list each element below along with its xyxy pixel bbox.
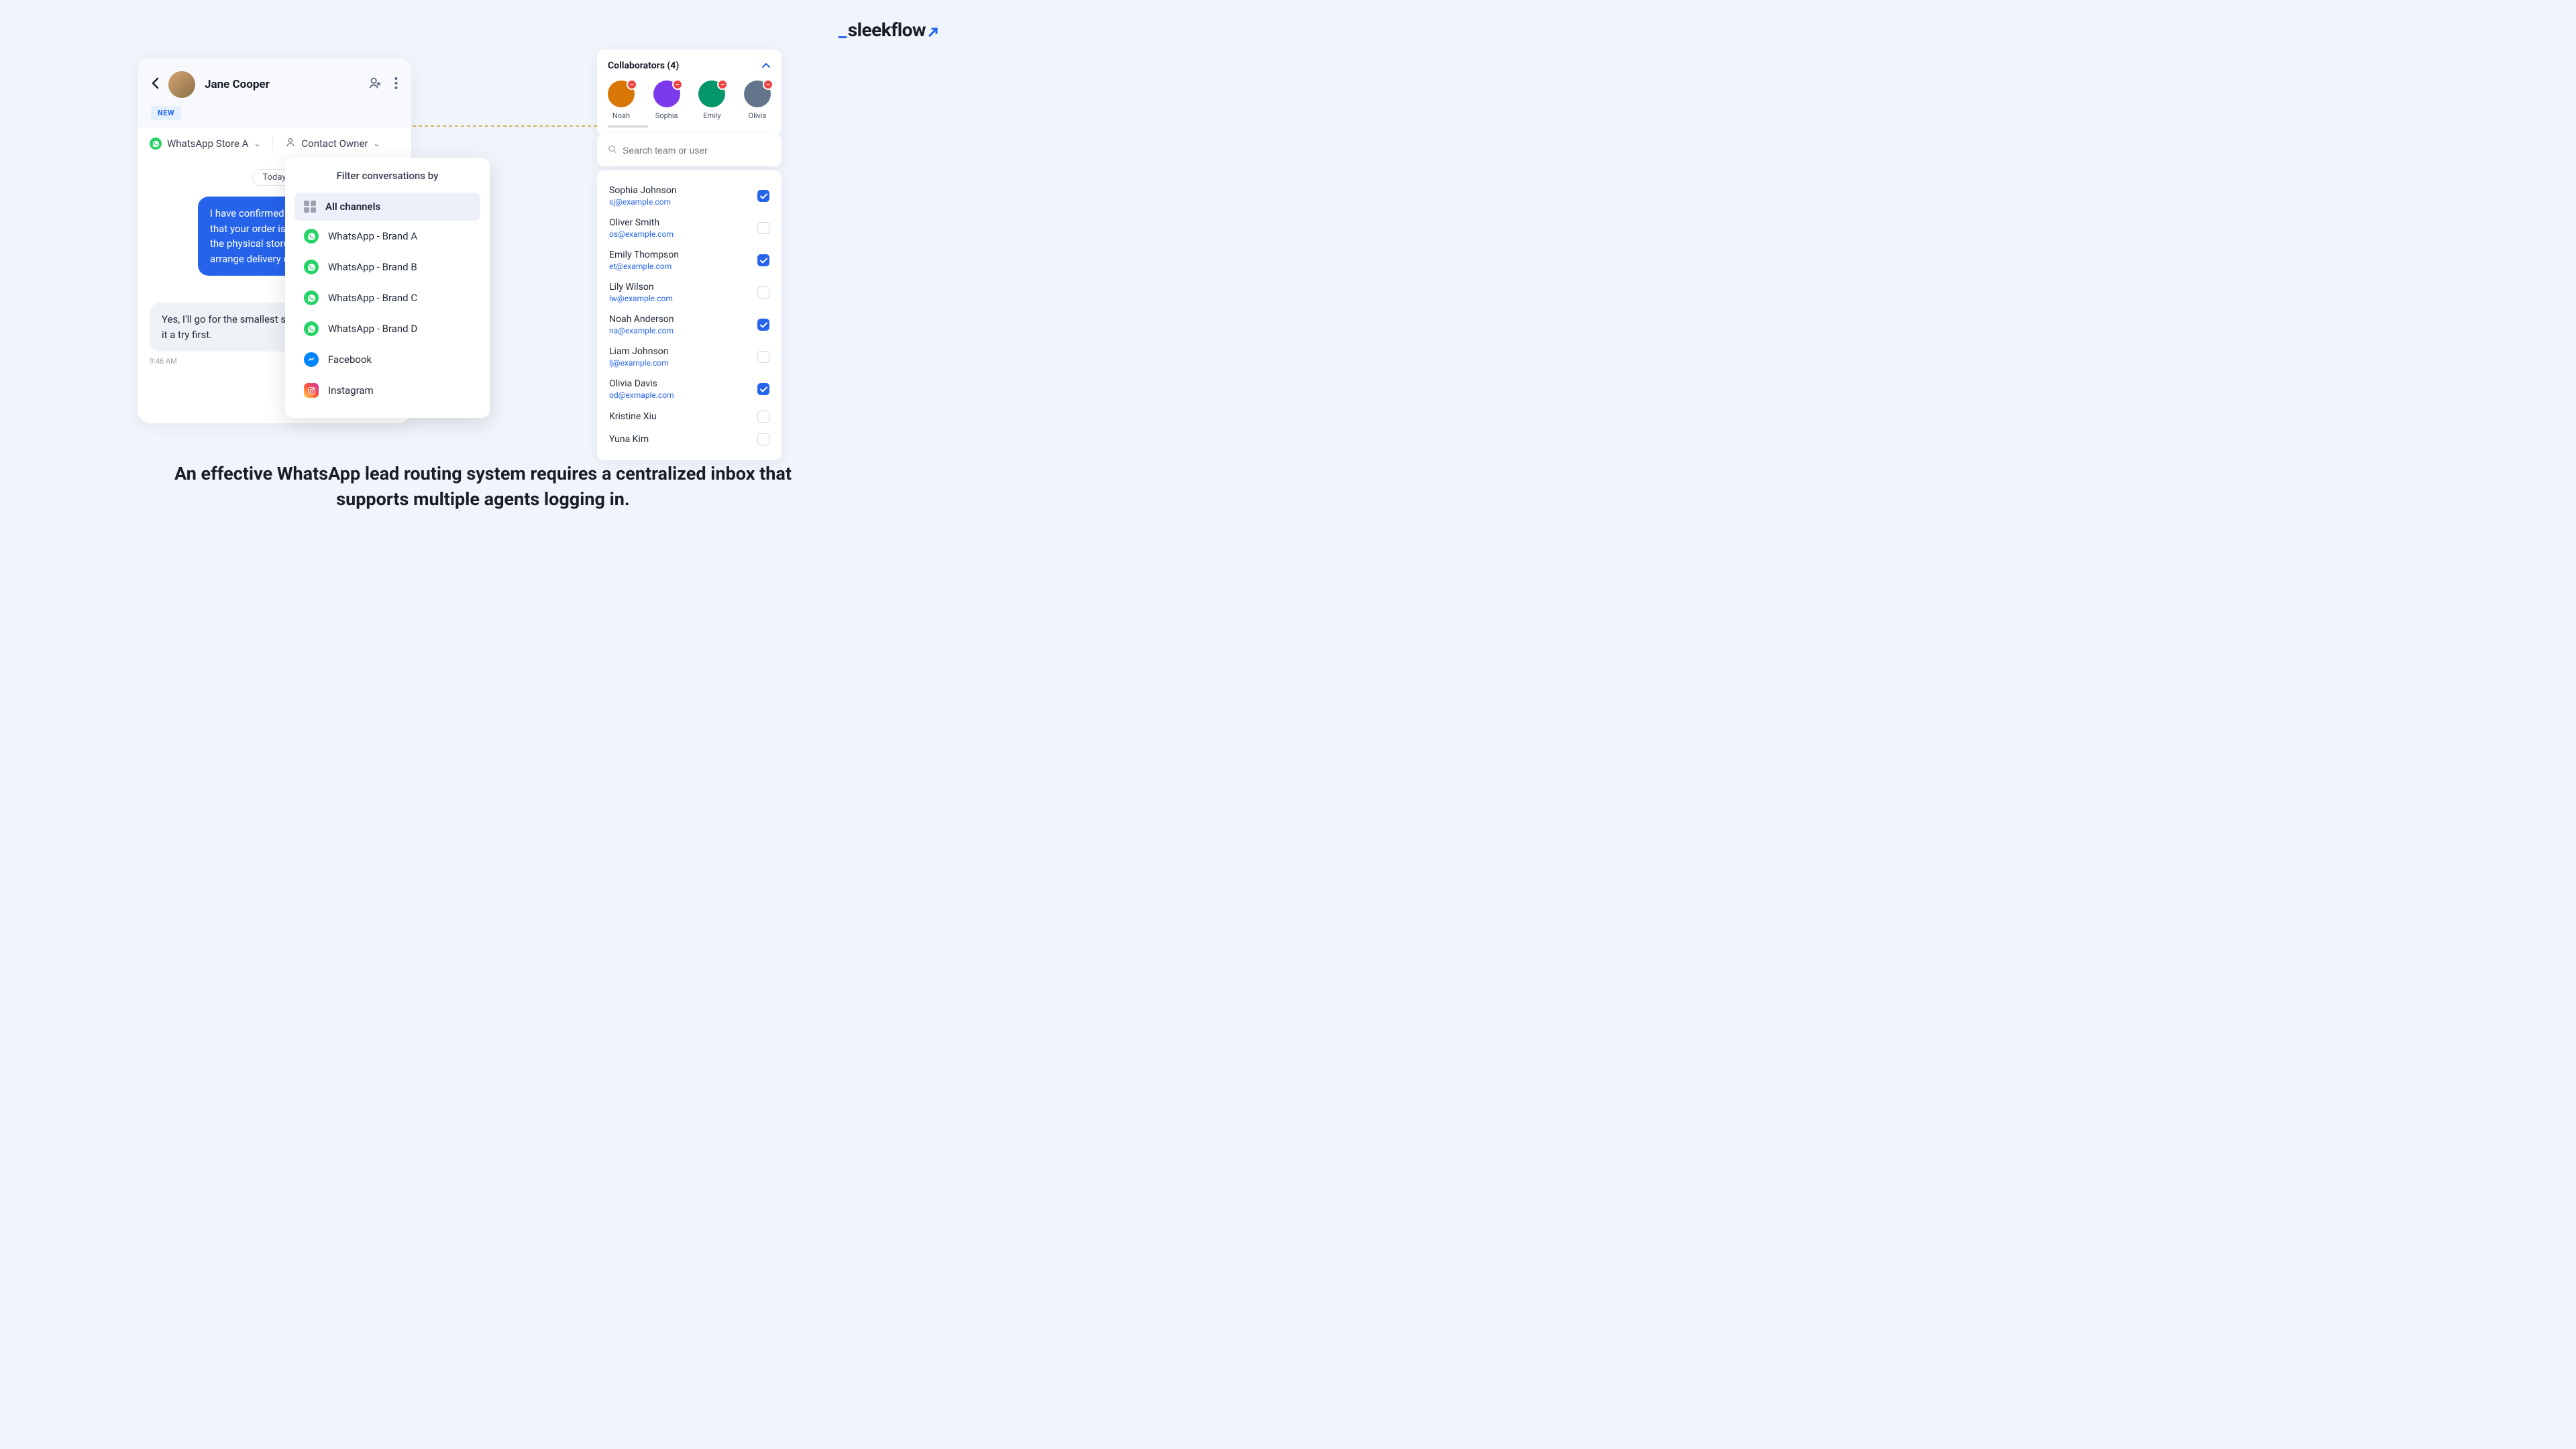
user-row[interactable]: Sophia Johnsonsj@example.com xyxy=(609,180,769,212)
logo-text: sleekflow xyxy=(848,19,926,41)
filter-dropdown: Filter conversations by All channels What… xyxy=(285,158,490,418)
user-email: os@example.com xyxy=(609,229,674,239)
checkbox-unchecked[interactable] xyxy=(757,433,769,445)
user-name: Liam Johnson xyxy=(609,346,669,357)
scroll-indicator xyxy=(608,125,648,127)
user-name: Olivia Davis xyxy=(609,378,674,389)
user-name: Lily Wilson xyxy=(609,282,673,292)
remove-icon[interactable]: − xyxy=(717,79,728,90)
logo-arrow-icon xyxy=(928,19,939,30)
whatsapp-icon xyxy=(304,290,319,305)
collapse-icon[interactable] xyxy=(761,60,771,71)
filter-item-label: WhatsApp - Brand D xyxy=(328,323,417,335)
checkbox-checked[interactable] xyxy=(757,254,769,266)
whatsapp-icon xyxy=(304,321,319,336)
contact-avatar[interactable] xyxy=(168,71,195,98)
collaborator-name: Noah xyxy=(612,111,630,120)
collaborator[interactable]: − Sophia xyxy=(653,80,680,120)
filter-item-label: All channels xyxy=(325,201,380,213)
user-email: sj@example.com xyxy=(609,197,676,207)
collaborator[interactable]: − Noah xyxy=(608,80,635,120)
filter-item-label: WhatsApp - Brand B xyxy=(328,261,417,273)
chevron-down-icon: ⌄ xyxy=(373,139,380,148)
filter-item[interactable]: All channels xyxy=(294,193,480,221)
remove-icon[interactable]: − xyxy=(672,79,683,90)
checkbox-unchecked[interactable] xyxy=(757,351,769,363)
user-name: Oliver Smith xyxy=(609,217,674,228)
collaborators-title: Collaborators (4) xyxy=(608,60,679,71)
collaborator-name: Olivia xyxy=(749,111,767,120)
collaborator[interactable]: − Emily xyxy=(698,80,725,120)
checkbox-checked[interactable] xyxy=(757,383,769,395)
search-icon xyxy=(608,144,617,157)
whatsapp-icon xyxy=(304,260,319,274)
checkbox-unchecked[interactable] xyxy=(757,222,769,234)
user-email: od@exmaple.com xyxy=(609,390,674,400)
user-row[interactable]: Oliver Smithos@example.com xyxy=(609,212,769,244)
user-row[interactable]: Emily Thompson et@example.com xyxy=(609,244,769,276)
user-row[interactable]: Lily Wilson lw@example.com xyxy=(609,276,769,309)
collaborators-panel: Collaborators (4) − Noah − Sophia − Emily − Oli… xyxy=(597,50,782,136)
remove-icon[interactable]: − xyxy=(627,79,637,90)
filter-dropdown-title: Filter conversations by xyxy=(294,170,480,182)
user-row[interactable]: Noah Andersonna@example.com xyxy=(609,309,769,341)
search-panel xyxy=(597,134,782,166)
new-badge: NEW xyxy=(151,106,181,120)
user-row[interactable]: Kristine Xiu xyxy=(609,405,769,428)
filter-item-label: WhatsApp - Brand A xyxy=(328,230,417,242)
back-button[interactable] xyxy=(151,76,159,93)
checkbox-unchecked[interactable] xyxy=(757,286,769,299)
filter-item-label: WhatsApp - Brand C xyxy=(328,292,417,304)
filter-item[interactable]: WhatsApp - Brand D xyxy=(294,313,480,344)
filter-item[interactable]: WhatsApp - Brand C xyxy=(294,282,480,313)
whatsapp-icon xyxy=(304,229,319,244)
user-list-panel: Sophia Johnsonsj@example.comOliver Smith… xyxy=(597,170,782,460)
checkbox-checked[interactable] xyxy=(757,190,769,202)
brand-logo: _ sleekflow xyxy=(839,19,939,41)
user-name: Kristine Xiu xyxy=(609,411,657,422)
contact-name: Jane Cooper xyxy=(205,78,358,91)
logo-underscore: _ xyxy=(839,19,847,41)
add-person-icon[interactable] xyxy=(368,76,382,93)
checkbox-checked[interactable] xyxy=(757,319,769,331)
user-email: na@example.com xyxy=(609,326,674,335)
facebook-icon xyxy=(304,352,319,367)
person-icon xyxy=(285,137,296,150)
collaborator-name: Sophia xyxy=(655,111,678,120)
filter-item[interactable]: WhatsApp - Brand B xyxy=(294,252,480,282)
grid-icon xyxy=(304,201,316,213)
filter-item[interactable]: Instagram xyxy=(294,375,480,406)
filter-item[interactable]: WhatsApp - Brand A xyxy=(294,221,480,252)
user-email: lw@example.com xyxy=(609,294,673,303)
filter-item-label: Instagram xyxy=(328,384,374,396)
filter-item-label: Facebook xyxy=(328,354,372,366)
remove-icon[interactable]: − xyxy=(763,79,773,90)
collaborator-name: Emily xyxy=(703,111,720,120)
user-name: Noah Anderson xyxy=(609,314,674,325)
user-email: lj@example.com xyxy=(609,358,669,368)
user-row[interactable]: Liam Johnsonlj@example.com xyxy=(609,341,769,373)
user-email: et@example.com xyxy=(609,262,679,271)
search-input[interactable] xyxy=(604,141,775,160)
owner-filter[interactable]: Contact Owner ⌄ xyxy=(272,137,392,150)
user-name: Emily Thompson xyxy=(609,250,679,260)
channel-filter[interactable]: WhatsApp Store A ⌄ xyxy=(150,137,272,150)
chat-header: Jane Cooper NEW xyxy=(138,58,411,127)
chevron-down-icon: ⌄ xyxy=(254,139,260,148)
more-menu-icon[interactable] xyxy=(394,76,398,93)
user-row[interactable]: Yuna Kim xyxy=(609,428,769,451)
collaborator[interactable]: − Olivia xyxy=(744,80,771,120)
whatsapp-icon xyxy=(150,138,162,150)
user-name: Yuna Kim xyxy=(609,434,649,445)
chat-filter-bar: WhatsApp Store A ⌄ Contact Owner ⌄ xyxy=(138,127,411,160)
instagram-icon xyxy=(304,383,319,398)
channel-filter-label: WhatsApp Store A xyxy=(167,138,248,150)
slide-caption: An effective WhatsApp lead routing syste… xyxy=(174,462,792,513)
owner-filter-label: Contact Owner xyxy=(301,138,368,150)
user-row[interactable]: Olivia Davisod@exmaple.com xyxy=(609,373,769,405)
filter-item[interactable]: Facebook xyxy=(294,344,480,375)
user-name: Sophia Johnson xyxy=(609,185,676,196)
checkbox-unchecked[interactable] xyxy=(757,411,769,423)
